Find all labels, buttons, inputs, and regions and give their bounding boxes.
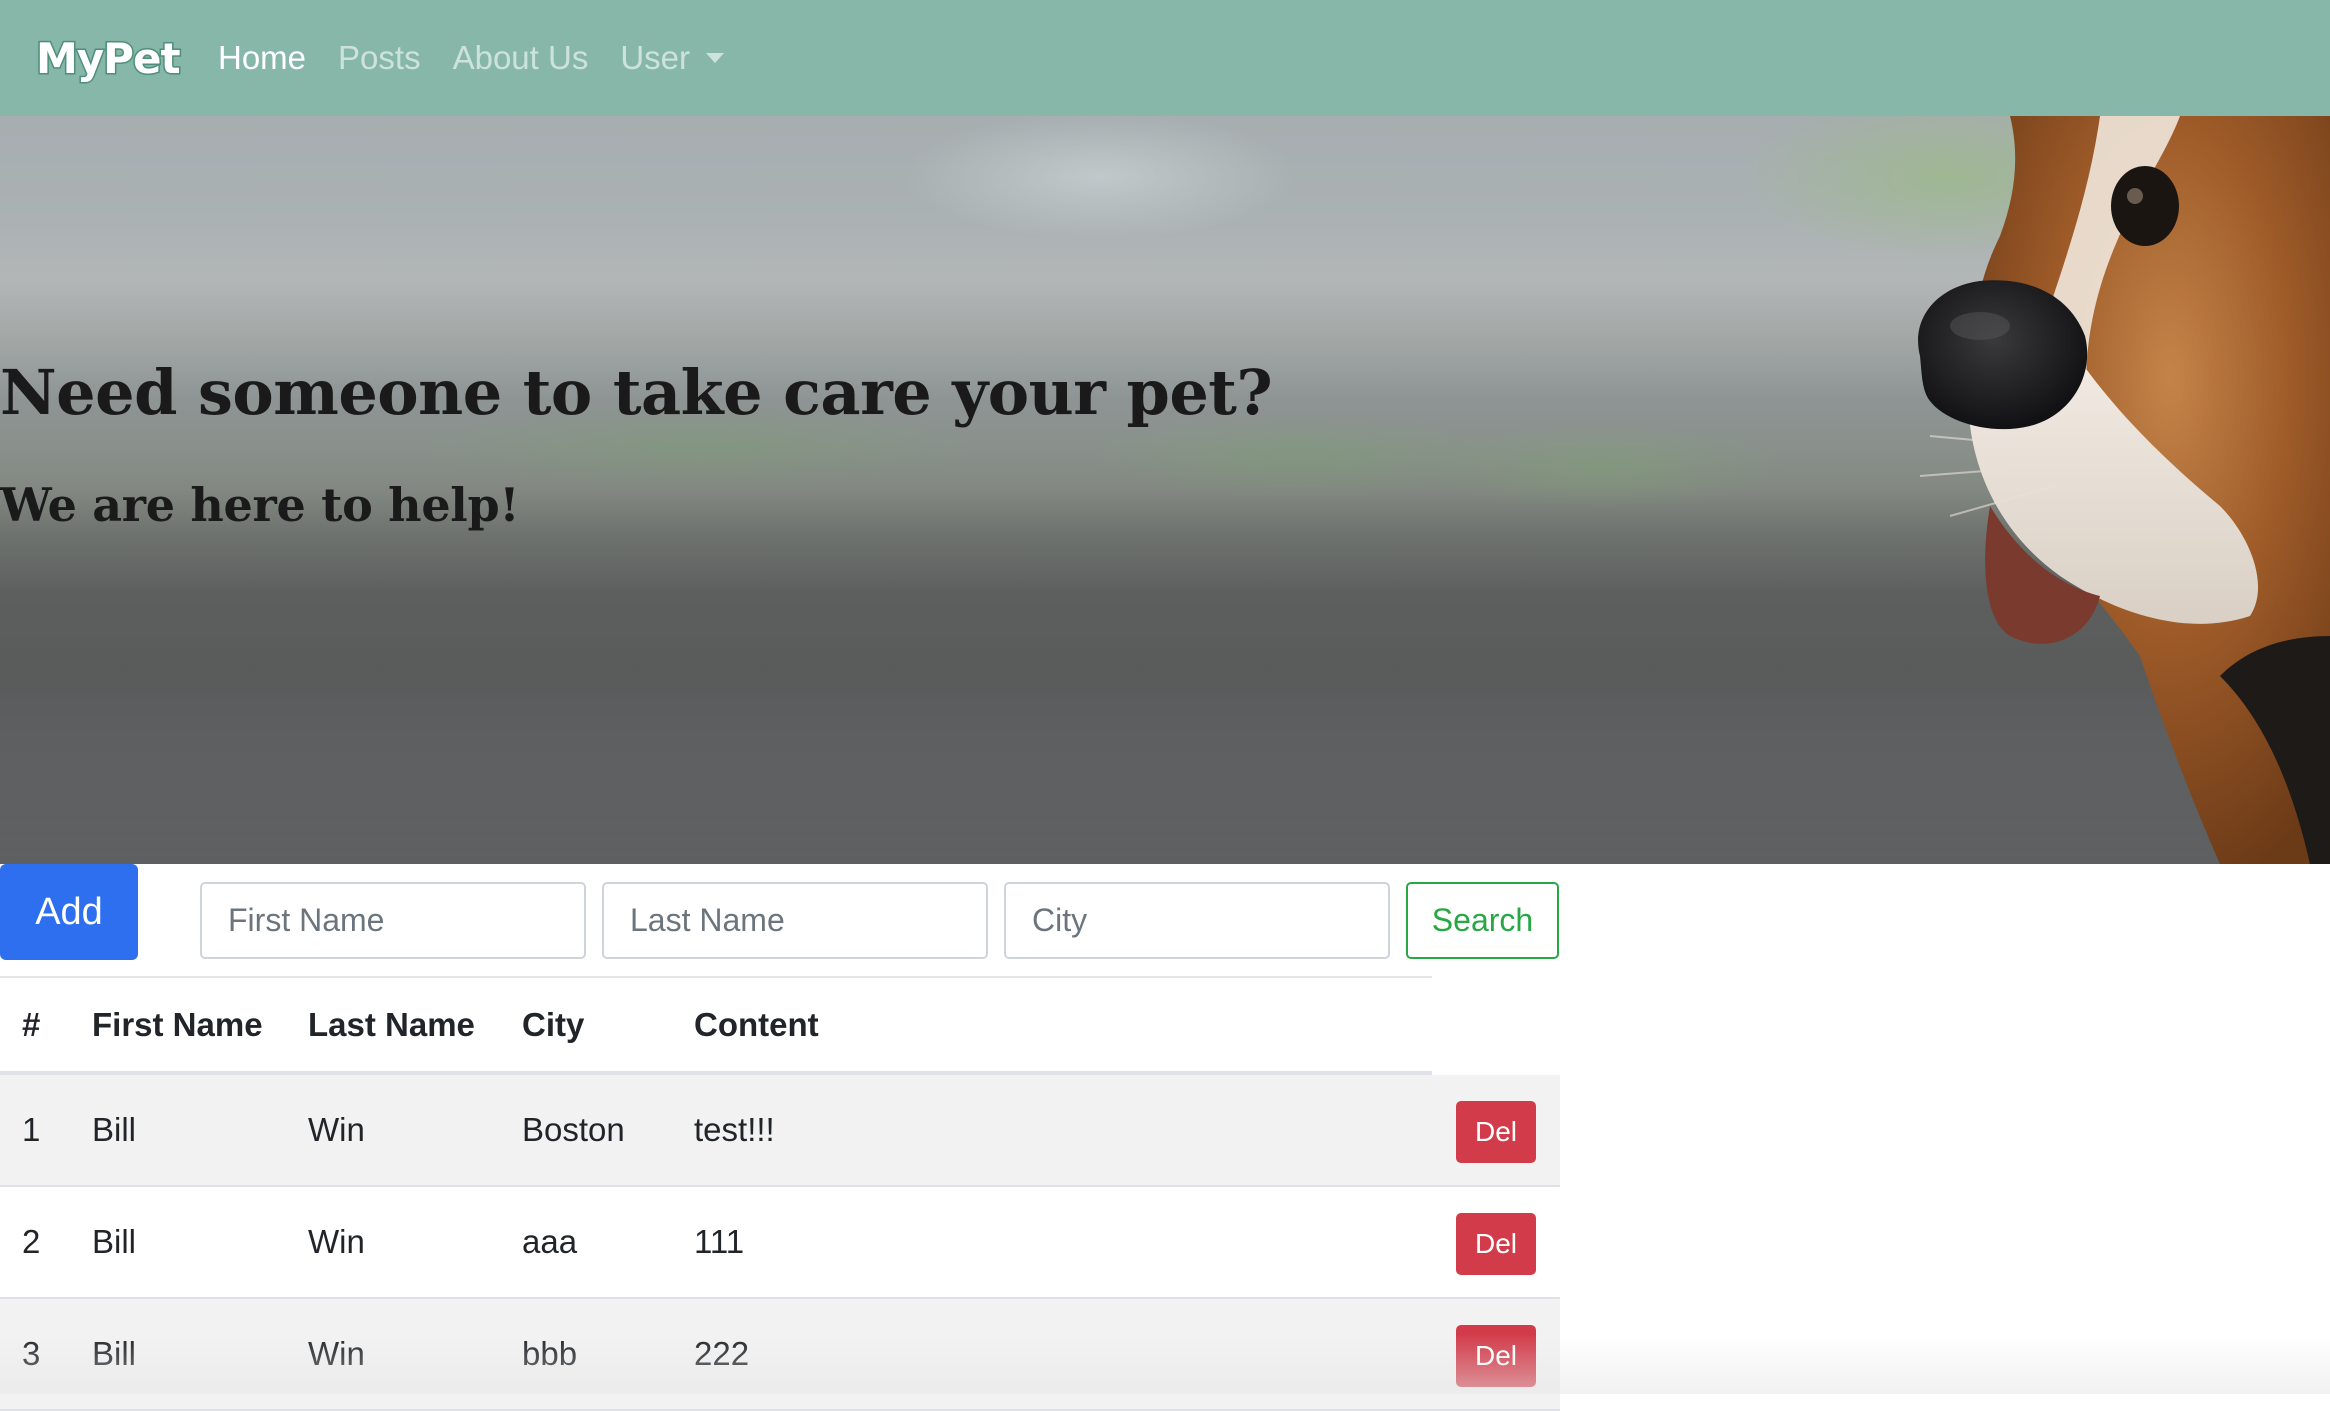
nav-link-user-dropdown[interactable]: User bbox=[620, 39, 725, 77]
delete-button[interactable]: Del bbox=[1456, 1101, 1536, 1163]
brand-logo[interactable]: MyPet bbox=[35, 30, 183, 86]
delete-button[interactable]: Del bbox=[1456, 1325, 1536, 1387]
table-header: # First Name Last Name City Content bbox=[0, 976, 1432, 1075]
cell-number: 3 bbox=[22, 1335, 41, 1372]
caret-down-icon bbox=[706, 53, 725, 63]
table-row: 2 Bill Win aaa 111 Del bbox=[0, 1187, 1560, 1299]
table-row: 3 Bill Win bbb 222 Del bbox=[0, 1299, 1560, 1411]
cell-first-name: Bill bbox=[92, 1223, 137, 1260]
nav-link-home[interactable]: Home bbox=[218, 39, 306, 77]
cell-number: 2 bbox=[22, 1223, 41, 1260]
cell-content: 222 bbox=[694, 1335, 750, 1372]
column-header-city: City bbox=[522, 1005, 585, 1043]
column-header-last-name: Last Name bbox=[308, 1005, 475, 1043]
search-button[interactable]: Search bbox=[1406, 882, 1559, 959]
cell-first-name: Bill bbox=[92, 1335, 137, 1372]
cell-city: Boston bbox=[522, 1111, 625, 1148]
first-name-input[interactable] bbox=[200, 882, 586, 959]
column-header-first-name: First Name bbox=[92, 1005, 263, 1043]
nav-links: Home Posts About Us User bbox=[218, 0, 756, 116]
hero-subtitle: We are here to help! bbox=[0, 478, 520, 533]
cell-number: 1 bbox=[22, 1111, 41, 1148]
cell-last-name: Win bbox=[308, 1335, 365, 1372]
cell-city: aaa bbox=[522, 1223, 578, 1260]
nav-link-user-label: User bbox=[620, 39, 691, 76]
navbar: MyPet Home Posts About Us User bbox=[0, 0, 2330, 116]
cell-last-name: Win bbox=[308, 1223, 365, 1260]
cell-content: 111 bbox=[694, 1223, 745, 1260]
cell-last-name: Win bbox=[308, 1111, 365, 1148]
nav-link-posts[interactable]: Posts bbox=[338, 39, 421, 77]
hero-banner: Need someone to take care your pet? We a… bbox=[0, 116, 2330, 864]
hero-title: Need someone to take care your pet? bbox=[0, 355, 1273, 429]
cell-city: bbb bbox=[522, 1335, 578, 1372]
table-row: 1 Bill Win Boston test!!! Del bbox=[0, 1075, 1560, 1187]
add-button[interactable]: Add bbox=[0, 864, 138, 960]
city-input[interactable] bbox=[1004, 882, 1390, 959]
nav-link-about-us[interactable]: About Us bbox=[453, 39, 589, 77]
column-header-content: Content bbox=[694, 1005, 819, 1043]
last-name-input[interactable] bbox=[602, 882, 988, 959]
dog-photo bbox=[1918, 116, 2330, 864]
delete-button[interactable]: Del bbox=[1456, 1213, 1536, 1275]
posts-table: # First Name Last Name City Content 1 Bi… bbox=[0, 976, 1560, 1411]
column-header-number: # bbox=[22, 1005, 41, 1043]
cell-content: test!!! bbox=[694, 1111, 775, 1148]
cell-first-name: Bill bbox=[92, 1111, 137, 1148]
